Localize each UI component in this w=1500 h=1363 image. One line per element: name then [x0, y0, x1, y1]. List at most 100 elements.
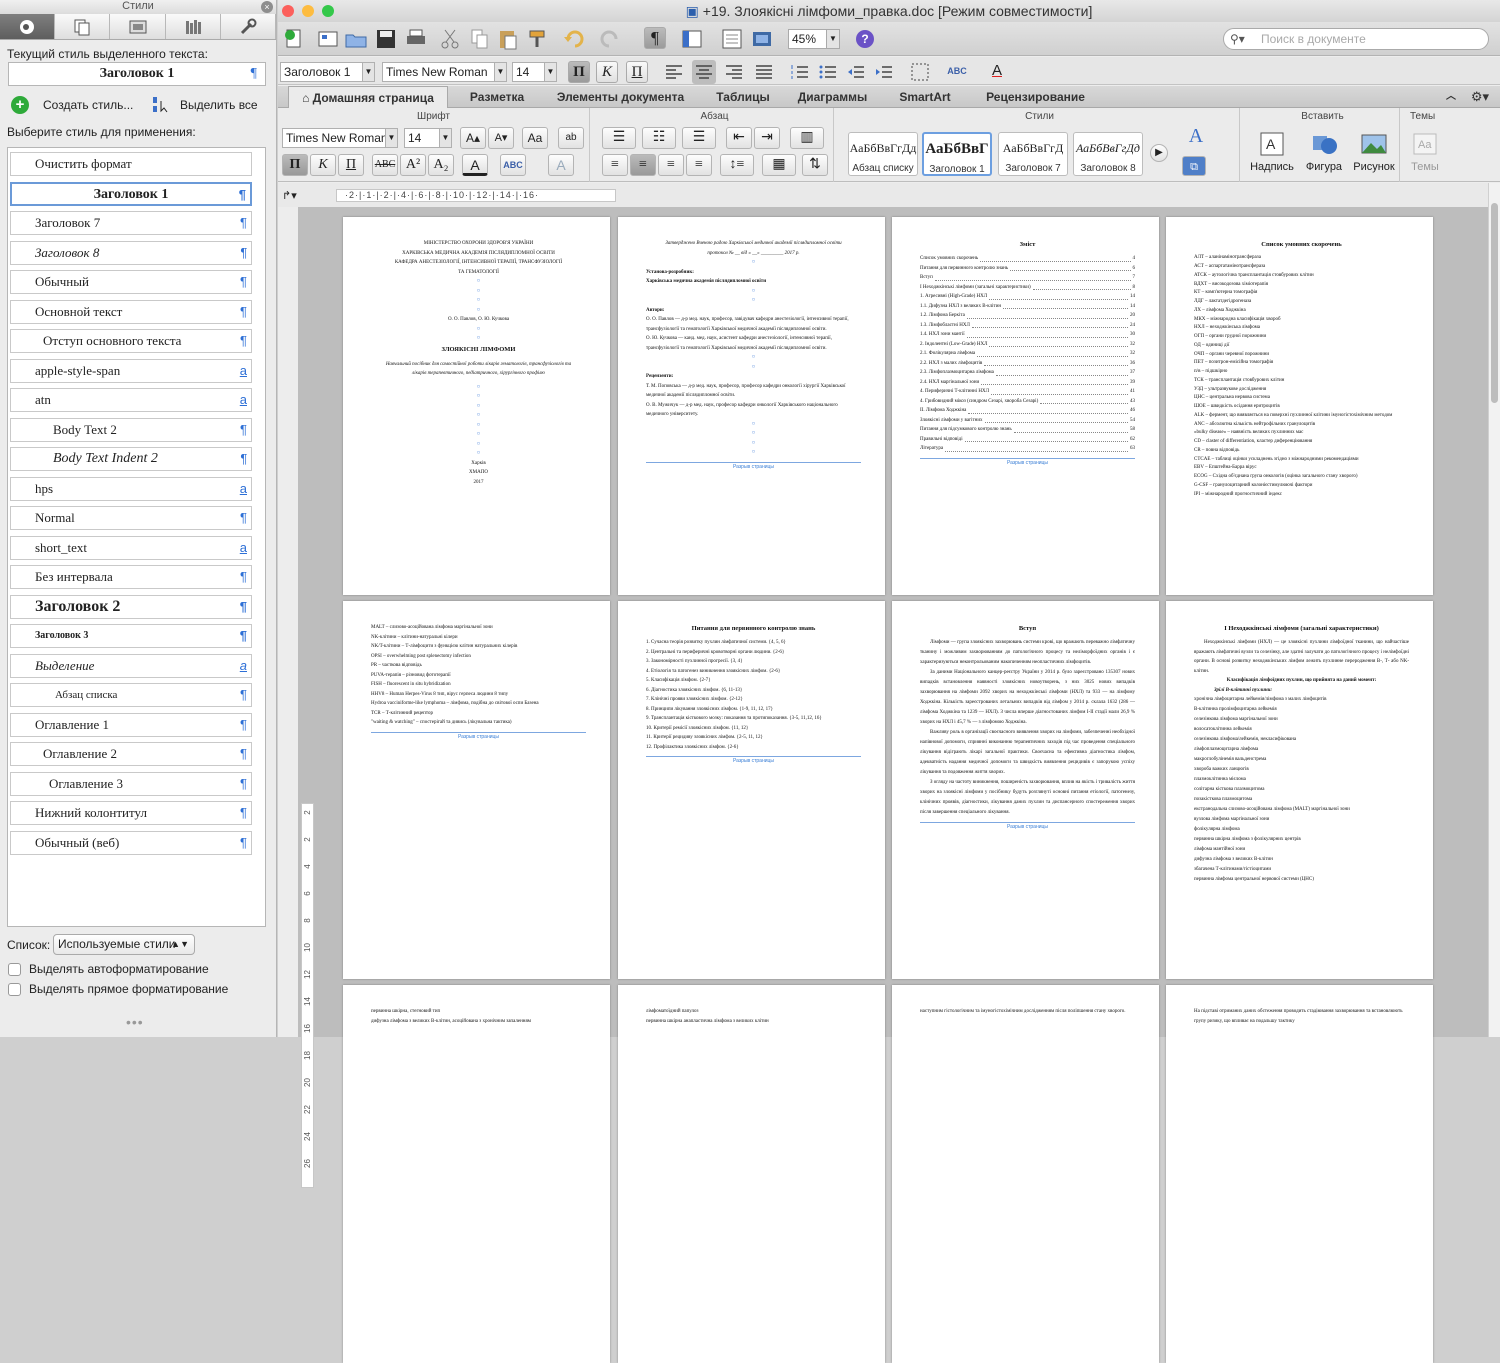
style-list-item[interactable]: Отступ основного текста ¶: [10, 329, 252, 353]
list-select[interactable]: Используемые стили ▲▼: [53, 934, 195, 955]
current-style-box[interactable]: Заголовок 1 ¶: [8, 62, 266, 86]
shading-button[interactable]: ▦: [762, 154, 796, 176]
bold-button[interactable]: П: [568, 61, 590, 83]
style-dropdown[interactable]: Заголовок 1 ▼: [280, 62, 375, 82]
font-dropdown[interactable]: Times New Roman ▼: [382, 62, 507, 82]
document-page[interactable]: Затверджено Вченою радою Харківської мед…: [618, 217, 885, 595]
style-gallery-item[interactable]: АаБбВвГгД Заголовок 7: [998, 132, 1068, 176]
new-document-icon[interactable]: [282, 27, 306, 51]
style-list-item[interactable]: Заголовок 1 ¶: [10, 181, 252, 206]
style-list-item[interactable]: Выделение a: [10, 653, 252, 678]
style-list-item[interactable]: Оглавление 2 ¶: [10, 742, 252, 766]
style-list-item[interactable]: apple-style-span a: [10, 358, 252, 383]
document-page[interactable]: первинна шкірна, стегновий тип дифузна лі…: [343, 985, 610, 1363]
line-spacing-button[interactable]: ↕≡: [720, 154, 754, 176]
style-list-item[interactable]: Заголовок 8 ¶: [10, 240, 252, 265]
undo-icon[interactable]: [562, 27, 586, 51]
justify-icon[interactable]: [752, 60, 776, 84]
style-list-item[interactable]: Заголовок 7 ¶: [10, 211, 252, 235]
style-list-item[interactable]: Оглавление 1 ¶: [10, 712, 252, 737]
increase-indent-icon[interactable]: [872, 60, 896, 84]
tab-review[interactable]: Рецензирование: [978, 86, 1093, 108]
ribbon-justify-button[interactable]: ≡: [686, 154, 712, 176]
tab-styles[interactable]: [0, 14, 56, 39]
ribbon-align-center-button[interactable]: ≡: [630, 154, 656, 176]
ribbon-multilevel-button[interactable]: ☰: [682, 127, 716, 149]
save-icon[interactable]: [374, 27, 398, 51]
horizontal-ruler[interactable]: ·2·|·1·|·2·|·4·|·6·|·8·|·10·|·12·|·14·|·…: [336, 189, 616, 202]
tab-layout[interactable]: Разметка: [458, 86, 536, 108]
document-page[interactable]: На підставі отриманих даних обстеження п…: [1166, 985, 1433, 1363]
ribbon-align-right-button[interactable]: ≡: [658, 154, 684, 176]
style-gallery-item[interactable]: АаБбВвГгДд Заголовок 8: [1073, 132, 1143, 176]
document-page[interactable]: MALT – слизово-асоційована лімфома маргі…: [343, 601, 610, 979]
open-icon[interactable]: [344, 27, 368, 51]
font-color-button[interactable]: A: [986, 61, 1008, 83]
clear-format-button[interactable]: ab: [558, 127, 584, 149]
highlight-color-button[interactable]: ABC: [500, 154, 526, 176]
underline-button[interactable]: П: [626, 61, 648, 83]
sidebar-icon[interactable]: [680, 27, 704, 51]
style-list-item[interactable]: Normal ¶: [10, 506, 252, 530]
gear-icon[interactable]: ⚙▾: [1466, 86, 1494, 108]
templates-icon[interactable]: [316, 27, 340, 51]
tab-home[interactable]: ⌂ Домашняя страница: [288, 86, 448, 108]
ribbon-outdent-button[interactable]: ⇤: [726, 127, 752, 149]
tab-reference[interactable]: [165, 14, 221, 39]
autoformat-checkbox[interactable]: Выделять автоформатирование: [8, 962, 209, 976]
style-list-item[interactable]: hps a: [10, 476, 252, 501]
italic-button[interactable]: К: [596, 61, 618, 83]
palette-close-icon[interactable]: ×: [261, 1, 273, 13]
document-page[interactable]: І Неходжкінські лімфоми (загальні характ…: [1166, 601, 1433, 979]
style-list-item[interactable]: Body Text 2 ¶: [10, 417, 252, 442]
gallery-next-icon[interactable]: ▶: [1150, 144, 1168, 162]
shrink-font-button[interactable]: A▾: [488, 127, 514, 149]
document-page[interactable]: Список умовних скорочень АЛТ – аланінамін…: [1166, 217, 1433, 595]
vertical-ruler[interactable]: 2 2 4 6 8 10 12 14 16 18 20 22 24 26: [301, 803, 314, 1188]
ribbon-bullets-button[interactable]: ☰: [602, 127, 636, 149]
media-browser-icon[interactable]: [750, 27, 774, 51]
document-page[interactable]: Питання для первинного контролю знань 1. …: [618, 601, 885, 979]
style-gallery-item[interactable]: АаБбВвГ Заголовок 1: [922, 132, 992, 176]
scroll-thumb[interactable]: [1491, 203, 1498, 403]
cut-icon[interactable]: [438, 27, 462, 51]
tab-tools[interactable]: [220, 14, 277, 39]
paste-icon[interactable]: [496, 27, 520, 51]
borders-icon[interactable]: [908, 60, 932, 84]
tab-scrapbook[interactable]: [110, 14, 166, 39]
text-color-button[interactable]: A: [462, 154, 488, 176]
style-list-item[interactable]: Основной текст ¶: [10, 299, 252, 324]
ribbon-bold-button[interactable]: П: [282, 154, 308, 176]
bullet-list-icon[interactable]: [816, 60, 840, 84]
change-styles-icon[interactable]: ⧉: [1182, 156, 1206, 176]
print-icon[interactable]: [404, 27, 428, 51]
style-list-item[interactable]: Обычный (веб) ¶: [10, 830, 252, 855]
style-list-item[interactable]: Обычный ¶: [10, 270, 252, 294]
style-list-item[interactable]: Абзац списка ¶: [10, 683, 252, 707]
show-marks-button[interactable]: ¶: [644, 27, 666, 49]
numbered-list-icon[interactable]: [788, 60, 812, 84]
tab-tables[interactable]: Таблицы: [708, 86, 778, 108]
style-gallery-item[interactable]: АаБбВвГгДд Абзац списку: [848, 132, 918, 176]
style-list-item[interactable]: short_text a: [10, 535, 252, 560]
insert-picture-button[interactable]: Рисунок: [1350, 130, 1398, 173]
strikethrough-button[interactable]: ABC: [372, 154, 398, 176]
highlight-button[interactable]: ABC: [946, 61, 968, 83]
format-painter-icon[interactable]: [526, 27, 550, 51]
search-input[interactable]: ⚲▾ Поиск в документе: [1223, 28, 1489, 50]
copy-icon[interactable]: [468, 27, 492, 51]
superscript-button[interactable]: A²: [400, 154, 426, 176]
ribbon-indent-button[interactable]: ⇥: [754, 127, 780, 149]
document-page[interactable]: Вступ Лімфоми — група злоякісних захворюв…: [892, 601, 1159, 979]
ribbon-font-dropdown[interactable]: Times New Roman ▼: [282, 128, 398, 148]
align-left-icon[interactable]: [662, 60, 686, 84]
document-page[interactable]: наступним гістологічним та імуногістохім…: [892, 985, 1159, 1363]
vertical-scrollbar[interactable]: [1488, 183, 1500, 1037]
columns-button[interactable]: ▥: [790, 127, 824, 149]
select-all-button[interactable]: Выделить все: [150, 96, 258, 114]
style-list-item[interactable]: Без интервала ¶: [10, 565, 252, 589]
collapse-ribbon-icon[interactable]: ︿: [1443, 86, 1459, 108]
styles-pane-icon[interactable]: A: [1178, 126, 1214, 152]
ribbon-underline-button[interactable]: П: [338, 154, 364, 176]
insert-shape-button[interactable]: Фигура: [1300, 130, 1348, 173]
